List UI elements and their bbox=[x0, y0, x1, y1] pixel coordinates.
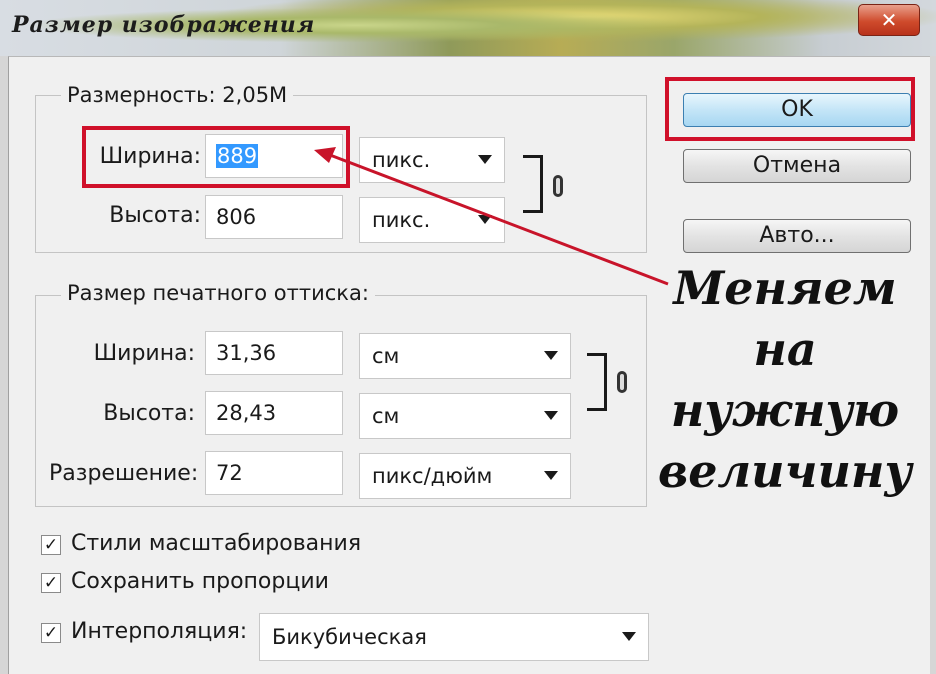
highlight-width-box bbox=[82, 126, 350, 188]
resample-label: Интерполяция: bbox=[71, 619, 248, 644]
pixel-height-value: 806 bbox=[216, 205, 257, 229]
chain-link-icon bbox=[553, 175, 563, 197]
doc-height-label: Высота: bbox=[103, 401, 195, 426]
resolution-input[interactable]: 72 bbox=[205, 451, 343, 495]
doc-width-input[interactable]: 31,36 bbox=[205, 331, 343, 375]
pixel-dimensions-label: Размерность: 2,05М bbox=[61, 83, 294, 107]
dropdown-arrow-icon bbox=[544, 411, 558, 420]
doc-height-unit-select[interactable]: см bbox=[359, 393, 571, 439]
resample-checkbox[interactable]: ✓ bbox=[41, 623, 61, 643]
auto-button[interactable]: Авто... bbox=[683, 219, 911, 253]
doc-width-value: 31,36 bbox=[216, 341, 277, 365]
chain-link-icon bbox=[617, 371, 627, 393]
resolution-value: 72 bbox=[216, 461, 243, 485]
pixel-width-unit-select[interactable]: пикс. bbox=[359, 137, 505, 183]
annotation-line: на bbox=[753, 322, 817, 376]
constrain-proportions-label: Сохранить пропорции bbox=[71, 569, 329, 594]
document-link-bracket bbox=[587, 353, 607, 411]
document-size-label: Размер печатного оттиска: bbox=[61, 281, 375, 305]
scale-styles-checkbox[interactable]: ✓ bbox=[41, 535, 61, 555]
highlight-ok-box bbox=[665, 77, 915, 141]
scale-styles-label: Стили масштабирования bbox=[71, 531, 362, 556]
title-bar: Размер изображения ✕ bbox=[0, 0, 936, 56]
doc-height-unit: см bbox=[372, 404, 400, 428]
constrain-proportions-checkbox[interactable]: ✓ bbox=[41, 573, 61, 593]
pixel-dimensions-value: 2,05М bbox=[222, 83, 288, 107]
resolution-unit: пикс/дюйм bbox=[372, 464, 493, 488]
doc-height-value: 28,43 bbox=[216, 401, 277, 425]
resolution-unit-select[interactable]: пикс/дюйм bbox=[359, 453, 571, 499]
doc-width-unit: см bbox=[372, 344, 400, 368]
doc-height-input[interactable]: 28,43 bbox=[205, 391, 343, 435]
resolution-label: Разрешение: bbox=[49, 461, 199, 486]
pixel-width-unit: пикс. bbox=[372, 148, 431, 172]
pixel-link-bracket bbox=[523, 155, 543, 213]
dropdown-arrow-icon bbox=[478, 215, 492, 224]
annotation-line: нужную bbox=[670, 383, 900, 437]
close-icon[interactable]: ✕ bbox=[858, 4, 920, 36]
annotation-line: величину bbox=[658, 444, 912, 498]
pixel-height-unit-select[interactable]: пикс. bbox=[359, 197, 505, 243]
annotation-text: Меняем на нужную величину bbox=[650, 258, 920, 502]
dropdown-arrow-icon bbox=[544, 351, 558, 360]
dropdown-arrow-icon bbox=[544, 471, 558, 480]
pixel-height-input[interactable]: 806 bbox=[205, 195, 343, 239]
cancel-button[interactable]: Отмена bbox=[683, 149, 911, 183]
annotation-line: Меняем bbox=[673, 261, 897, 315]
dropdown-arrow-icon bbox=[478, 155, 492, 164]
pixel-height-label: Высота: bbox=[109, 203, 201, 228]
pixel-height-unit: пикс. bbox=[372, 208, 431, 232]
resample-method-select[interactable]: Бикубическая bbox=[259, 613, 649, 661]
doc-width-unit-select[interactable]: см bbox=[359, 333, 571, 379]
dropdown-arrow-icon bbox=[622, 632, 636, 641]
resample-method-value: Бикубическая bbox=[272, 625, 427, 649]
doc-width-label: Ширина: bbox=[93, 341, 195, 366]
window-title: Размер изображения bbox=[12, 12, 316, 38]
